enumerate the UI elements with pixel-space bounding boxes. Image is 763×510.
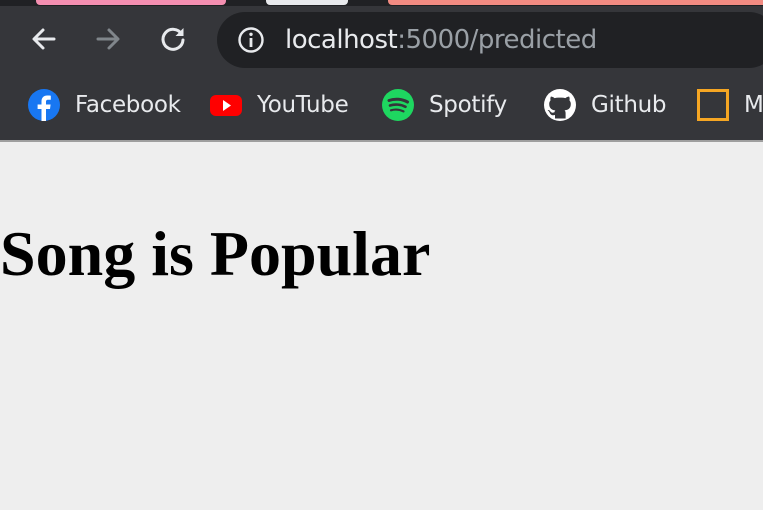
browser-tab[interactable] bbox=[36, 0, 226, 5]
back-button[interactable] bbox=[28, 23, 60, 55]
reload-icon bbox=[161, 27, 185, 51]
arrow-left-icon bbox=[32, 28, 56, 50]
url-host: localhost bbox=[285, 25, 398, 55]
bookmark-facebook[interactable]: Facebook bbox=[27, 87, 181, 123]
browser-toolbar: localhost:5000/predicted bbox=[0, 6, 763, 74]
forward-button[interactable] bbox=[92, 23, 124, 55]
bookmark-youtube[interactable]: YouTube bbox=[209, 87, 349, 123]
github-icon bbox=[543, 88, 577, 122]
bookmark-label: Facebook bbox=[75, 92, 181, 118]
bookmarks-bar: Facebook YouTube Spotify Github M bbox=[0, 74, 763, 136]
bookmark-github[interactable]: Github bbox=[543, 87, 666, 123]
url-path: :5000/predicted bbox=[397, 25, 597, 55]
browser-tab[interactable] bbox=[388, 0, 763, 5]
bookmark-label: Spotify bbox=[429, 92, 507, 118]
bookmark-label: YouTube bbox=[257, 92, 349, 118]
url-text[interactable]: localhost:5000/predicted bbox=[285, 25, 597, 55]
browser-tab[interactable] bbox=[266, 0, 348, 5]
bookmark-label: M bbox=[744, 92, 763, 118]
address-bar[interactable]: localhost:5000/predicted bbox=[217, 12, 763, 68]
result-heading: Song is Popular bbox=[0, 218, 431, 289]
arrow-right-icon bbox=[96, 28, 120, 50]
bookmark-label: Github bbox=[591, 92, 667, 118]
bookmark-m[interactable]: M bbox=[696, 87, 763, 123]
page-content: Song is Popular bbox=[0, 142, 763, 510]
info-icon[interactable] bbox=[237, 26, 265, 54]
reload-button[interactable] bbox=[157, 23, 189, 55]
bookmark-square-icon bbox=[696, 88, 730, 122]
bookmark-spotify[interactable]: Spotify bbox=[381, 87, 507, 123]
browser-chrome: localhost:5000/predicted Facebook YouTub… bbox=[0, 0, 763, 140]
spotify-icon bbox=[381, 88, 415, 122]
youtube-icon bbox=[209, 88, 243, 122]
facebook-icon bbox=[27, 88, 61, 122]
